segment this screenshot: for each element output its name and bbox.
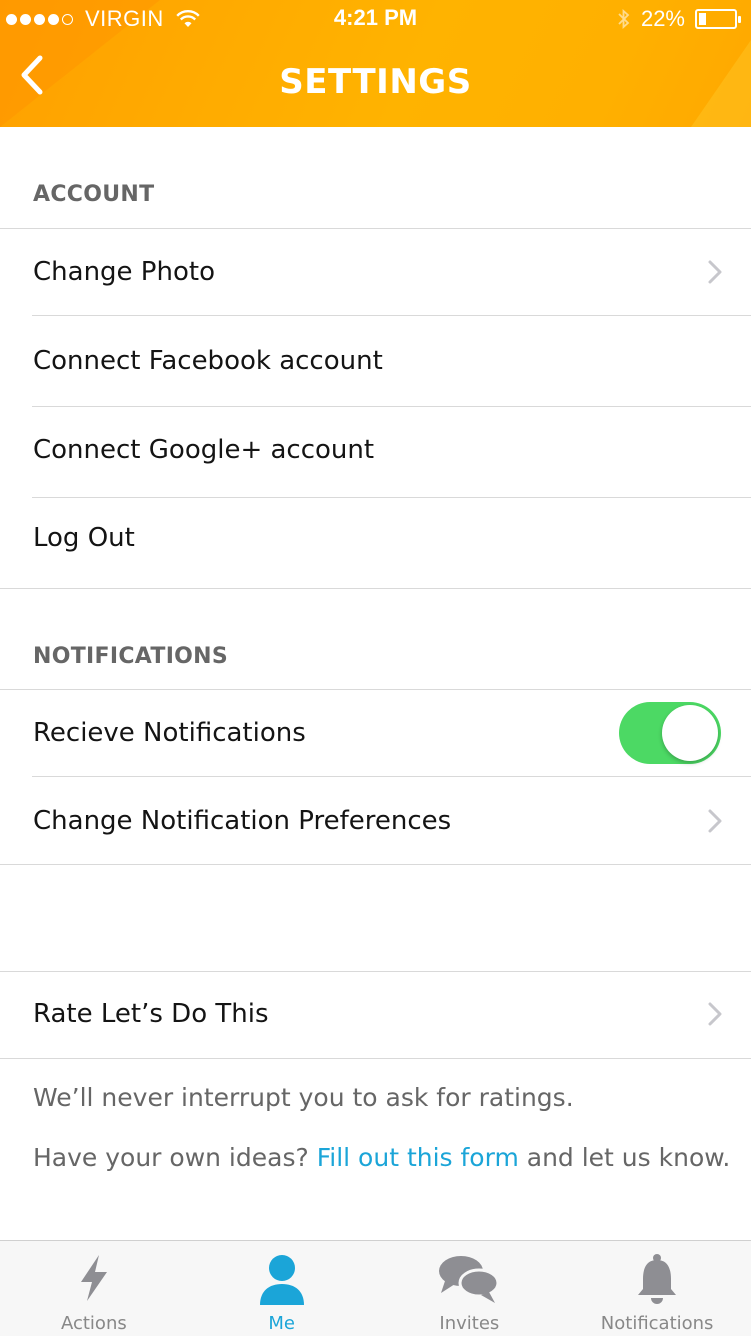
battery-icon bbox=[695, 9, 741, 29]
status-right: 22% bbox=[617, 6, 741, 32]
notification-preferences-label: Change Notification Preferences bbox=[33, 806, 452, 836]
notification-preferences-row[interactable]: Change Notification Preferences bbox=[0, 778, 751, 864]
page-title: SETTINGS bbox=[279, 62, 472, 102]
receive-notifications-label: Recieve Notifications bbox=[33, 718, 306, 748]
divider bbox=[0, 588, 751, 589]
divider bbox=[32, 315, 751, 316]
person-icon bbox=[259, 1255, 304, 1305]
chevron-right-icon bbox=[708, 809, 722, 833]
battery-percent: 22% bbox=[640, 6, 685, 31]
change-photo-row[interactable]: Change Photo bbox=[0, 229, 751, 315]
feedback-text-after: and let us know. bbox=[526, 1143, 731, 1172]
divider bbox=[0, 1058, 751, 1059]
log-out-row[interactable]: Log Out bbox=[0, 495, 751, 581]
connect-facebook-label: Connect Facebook account bbox=[33, 346, 383, 376]
connect-google-label: Connect Google+ account bbox=[33, 435, 375, 465]
feedback-form-link[interactable]: Fill out this form bbox=[317, 1143, 519, 1172]
tab-label: Notifications bbox=[600, 1313, 714, 1334]
tab-actions[interactable]: Actions bbox=[0, 1241, 188, 1336]
bluetooth-icon bbox=[618, 8, 630, 30]
change-photo-label: Change Photo bbox=[33, 257, 215, 287]
connect-facebook-row[interactable]: Connect Facebook account bbox=[0, 318, 751, 404]
rate-app-row[interactable]: Rate Let’s Do This bbox=[0, 971, 751, 1057]
nav-header: VIRGIN 4:21 PM 22% SETTINGS bbox=[0, 0, 751, 127]
section-header-account: ACCOUNT bbox=[33, 182, 155, 207]
chevron-right-icon bbox=[708, 260, 722, 284]
bell-icon bbox=[638, 1254, 677, 1304]
status-bar: VIRGIN 4:21 PM 22% bbox=[0, 0, 751, 36]
feedback-info-text: Have your own ideas? Fill out this form … bbox=[33, 1143, 730, 1172]
lightning-bolt-icon bbox=[80, 1255, 107, 1301]
toggle-knob bbox=[662, 705, 718, 761]
tab-me[interactable]: Me bbox=[188, 1241, 376, 1336]
tab-label: Invites bbox=[439, 1313, 500, 1334]
divider bbox=[0, 864, 751, 865]
receive-notifications-toggle[interactable] bbox=[619, 702, 721, 764]
chat-bubbles-icon bbox=[439, 1256, 500, 1303]
section-header-notifications: NOTIFICATIONS bbox=[33, 644, 229, 669]
ratings-info-text: We’ll never interrupt you to ask for rat… bbox=[33, 1083, 574, 1112]
log-out-label: Log Out bbox=[33, 523, 135, 553]
tab-bar: Actions Me Invites Notifications bbox=[0, 1240, 751, 1336]
chevron-right-icon bbox=[708, 1002, 722, 1026]
tab-notifications[interactable]: Notifications bbox=[563, 1241, 751, 1336]
tab-label: Me bbox=[268, 1313, 295, 1334]
receive-notifications-row: Recieve Notifications bbox=[0, 690, 751, 776]
tab-invites[interactable]: Invites bbox=[376, 1241, 564, 1336]
feedback-text-before: Have your own ideas? bbox=[33, 1143, 309, 1172]
connect-google-row[interactable]: Connect Google+ account bbox=[0, 407, 751, 493]
rate-app-label: Rate Let’s Do This bbox=[33, 999, 269, 1029]
tab-label: Actions bbox=[60, 1313, 127, 1334]
battery-level bbox=[699, 13, 706, 25]
divider bbox=[32, 776, 751, 777]
